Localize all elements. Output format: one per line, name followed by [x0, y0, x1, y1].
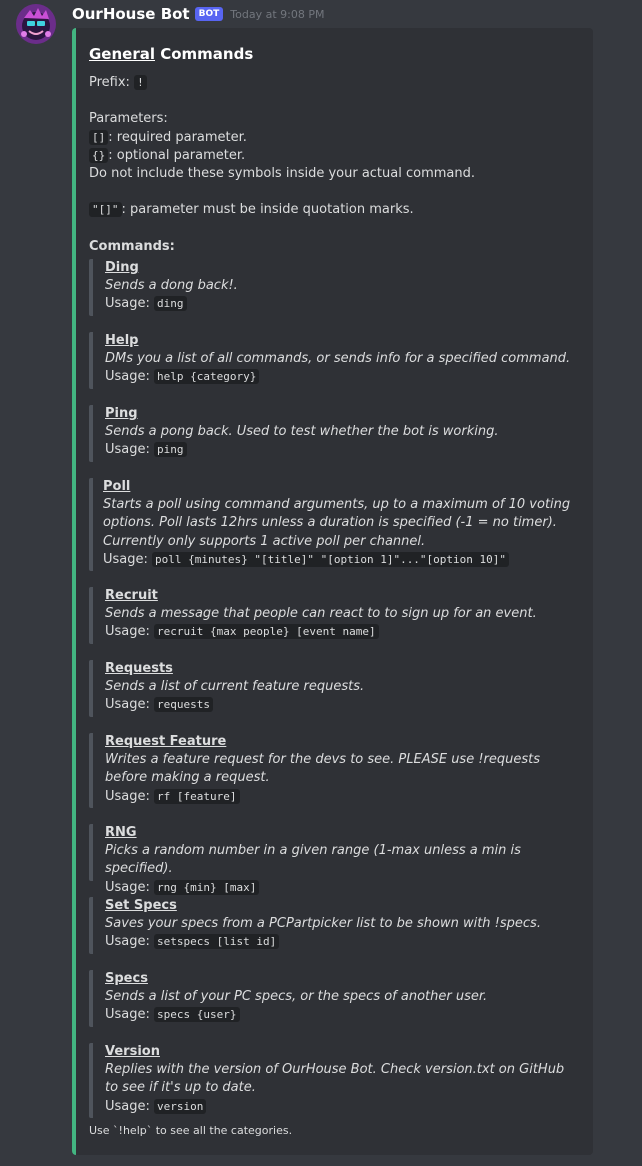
bot-badge: BOT — [194, 7, 224, 21]
command-description: DMs you a list of all commands, or sends… — [105, 351, 571, 367]
message-timestamp: Today at 9:08 PM — [230, 7, 325, 21]
command-name: Specs — [105, 971, 148, 986]
prefix-code: ! — [134, 75, 147, 90]
command-rng: RNG Picks a random number in a given ran… — [89, 824, 579, 895]
embed-title-rest: Commands — [155, 45, 254, 63]
command-name: RNG — [105, 825, 137, 840]
command-description: Starts a poll using command arguments, u… — [103, 497, 571, 549]
command-name: Poll — [103, 479, 131, 494]
command-description: Writes a feature request for the devs to… — [105, 752, 541, 786]
quote-text: : parameter must be inside quotation mar… — [121, 202, 414, 218]
command-usage: Usage: ping — [105, 441, 579, 459]
command-description: Replies with the version of OurHouse Bot… — [105, 1062, 565, 1096]
command-name: Help — [105, 333, 139, 348]
usage-code: setspecs [list id] — [154, 934, 280, 950]
usage-code: specs {user} — [154, 1007, 240, 1023]
command-name: Request Feature — [105, 734, 227, 749]
usage-code: version — [154, 1098, 207, 1114]
command-description: Picks a random number in a given range (… — [105, 843, 521, 877]
command-request-feature: Request Feature Writes a feature request… — [89, 733, 579, 808]
command-usage: Usage: poll {minutes} "[title]" "[option… — [103, 551, 579, 569]
command-usage: Usage: requests — [105, 696, 579, 714]
embed-title: General Commands — [89, 45, 253, 63]
author-name[interactable]: OurHouse Bot — [72, 5, 190, 23]
command-usage: Usage: help {category} — [105, 368, 579, 386]
bot-avatar[interactable] — [16, 4, 56, 44]
command-description: Sends a pong back. Used to test whether … — [105, 424, 499, 440]
command-description: Sends a dong back!. — [105, 278, 238, 294]
command-ding: Ding Sends a dong back!. Usage: ding — [89, 259, 579, 316]
message-header: OurHouse Bot BOT Today at 9:08 PM — [72, 5, 324, 23]
optional-code: {} — [89, 147, 109, 163]
command-usage: Usage: recruit {max people} [event name] — [105, 623, 579, 641]
command-ping: Ping Sends a pong back. Used to test whe… — [89, 405, 579, 462]
embed-footer: Use `!help` to see all the categories. — [89, 1124, 293, 1137]
prefix-line: Prefix: ! — [89, 74, 589, 92]
embed-description: Prefix: ! Parameters: []: required param… — [89, 74, 589, 256]
command-usage: Usage: ding — [105, 295, 579, 313]
usage-code: rf [feature] — [154, 788, 240, 804]
embed-title-category: General — [89, 45, 155, 63]
command-description: Saves your specs from a PCPartpicker lis… — [105, 916, 541, 932]
command-usage: Usage: rng {min} [max] — [105, 879, 579, 897]
usage-code: rng {min} [max] — [154, 879, 260, 895]
command-usage: Usage: rf [feature] — [105, 788, 579, 806]
required-code: [] — [89, 129, 109, 145]
command-usage: Usage: setspecs [list id] — [105, 933, 579, 951]
optional-text: : optional parameter. — [108, 147, 246, 163]
usage-code: poll {minutes} "[title]" "[option 1]"...… — [152, 551, 510, 567]
commands-label: Commands: — [89, 238, 175, 254]
command-name: Ding — [105, 260, 139, 275]
command-poll: Poll Starts a poll using command argumen… — [89, 478, 579, 571]
usage-code: recruit {max people} [event name] — [154, 624, 379, 640]
required-line: []: required parameter. — [89, 129, 589, 147]
command-usage: Usage: specs {user} — [105, 1006, 579, 1024]
quote-line: "[]": parameter must be inside quotation… — [89, 201, 589, 219]
command-name: Requests — [105, 661, 173, 676]
command-name: Ping — [105, 406, 138, 421]
command-requests: Requests Sends a list of current feature… — [89, 660, 579, 717]
command-set-specs: Set Specs Saves your specs from a PCPart… — [89, 897, 579, 954]
usage-code: ping — [154, 442, 187, 458]
command-usage: Usage: version — [105, 1098, 579, 1116]
help-embed: General Commands Prefix: ! Parameters: [… — [72, 28, 593, 1155]
command-description: Sends a list of current feature requests… — [105, 679, 365, 695]
required-text: : required parameter. — [108, 129, 247, 145]
command-name: Version — [105, 1044, 160, 1059]
command-version: Version Replies with the version of OurH… — [89, 1043, 579, 1118]
command-name: Set Specs — [105, 898, 177, 913]
quote-code: "[]" — [89, 202, 122, 218]
command-description: Sends a list of your PC specs, or the sp… — [105, 989, 488, 1005]
usage-code: requests — [154, 697, 214, 713]
usage-code: ding — [154, 296, 187, 312]
command-help: Help DMs you a list of all commands, or … — [89, 332, 579, 389]
command-name: Recruit — [105, 588, 158, 603]
usage-code: help {category} — [154, 369, 260, 385]
prefix-label: Prefix: — [89, 75, 135, 90]
parameters-label: Parameters: — [89, 111, 168, 127]
optional-line: {}: optional parameter. — [89, 147, 589, 165]
command-recruit: Recruit Sends a message that people can … — [89, 587, 579, 644]
command-description: Sends a message that people can react to… — [105, 606, 537, 622]
symbols-note: Do not include these symbols inside your… — [89, 165, 476, 181]
command-specs: Specs Sends a list of your PC specs, or … — [89, 970, 579, 1027]
